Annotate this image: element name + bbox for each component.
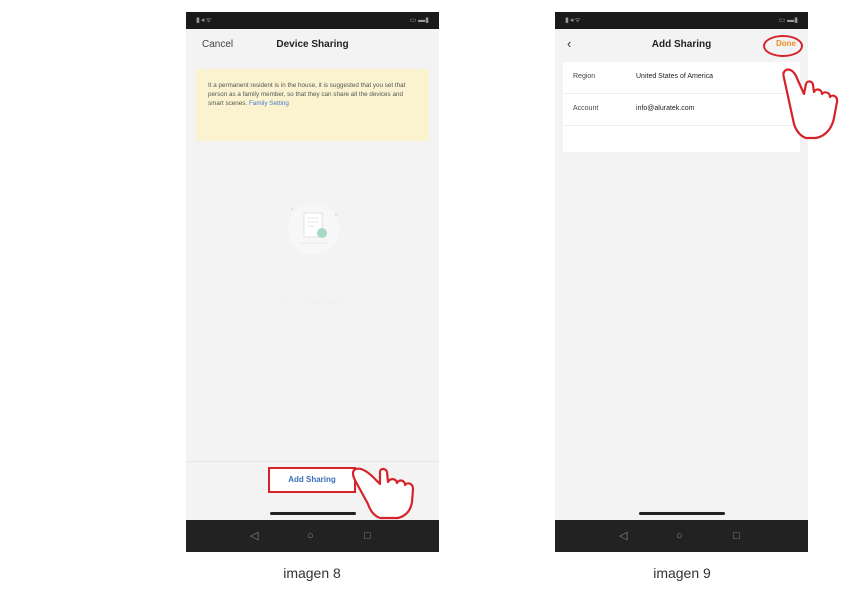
android-nav-bar: ◁ ○ □ [186,520,439,552]
signal-wifi-icon: ▮◂ᯤ [196,17,213,24]
empty-document-icon [288,203,340,255]
home-circle-icon[interactable]: ○ [307,529,314,543]
android-nav-bar: ◁ ○ □ [555,520,808,552]
signal-wifi-icon: ▮◂ᯤ [565,17,582,24]
done-highlight-ring [763,35,803,57]
pointing-hand-icon [782,68,839,140]
status-bar: ▮◂ᯤ ▭ ▬▮ [555,12,808,29]
account-row[interactable]: Account info@aluratek.com [563,94,800,126]
back-triangle-icon[interactable]: ◁ [250,529,258,543]
home-indicator [270,512,356,515]
family-notice: It a permanent resident is in the house,… [196,69,429,141]
home-indicator [639,512,725,515]
region-value[interactable]: United States of America [636,73,713,80]
home-circle-icon[interactable]: ○ [676,529,683,543]
region-row[interactable]: Region United States of America [563,62,800,94]
account-value[interactable]: info@aluratek.com [636,105,694,112]
phone-screen-add-sharing: ▮◂ᯤ ▭ ▬▮ ‹ Add Sharing Done Region Unite… [555,12,808,552]
app-screen: Cancel Device Sharing It a permanent res… [186,29,439,520]
sharing-form: Region United States of America Account … [563,62,800,152]
empty-state: · · · · · · · · · · · · · · · · · · · · … [186,179,439,306]
caption-imagen-9: imagen 9 [653,565,711,581]
battery-time-icon: ▭ ▬▮ [409,17,429,24]
app-screen: ‹ Add Sharing Done Region United States … [555,29,808,520]
empty-state-text: · · · · · · · · · · · · · · · · · · · · … [281,301,344,306]
family-setting-link[interactable]: Family Setting [249,100,289,107]
page-title: Device Sharing [276,39,349,50]
battery-time-icon: ▭ ▬▮ [778,17,798,24]
back-triangle-icon[interactable]: ◁ [619,529,627,543]
recent-square-icon[interactable]: □ [733,529,740,543]
account-label: Account [573,105,599,112]
notice-text: It a permanent resident is in the house,… [208,82,406,107]
recent-square-icon[interactable]: □ [364,529,371,543]
status-bar: ▮◂ᯤ ▭ ▬▮ [186,12,439,29]
region-label: Region [573,73,596,80]
header: Cancel Device Sharing [186,29,439,61]
caption-imagen-8: imagen 8 [283,565,341,581]
add-sharing-button[interactable]: Add Sharing [268,467,356,493]
pointing-hand-icon [351,467,415,520]
